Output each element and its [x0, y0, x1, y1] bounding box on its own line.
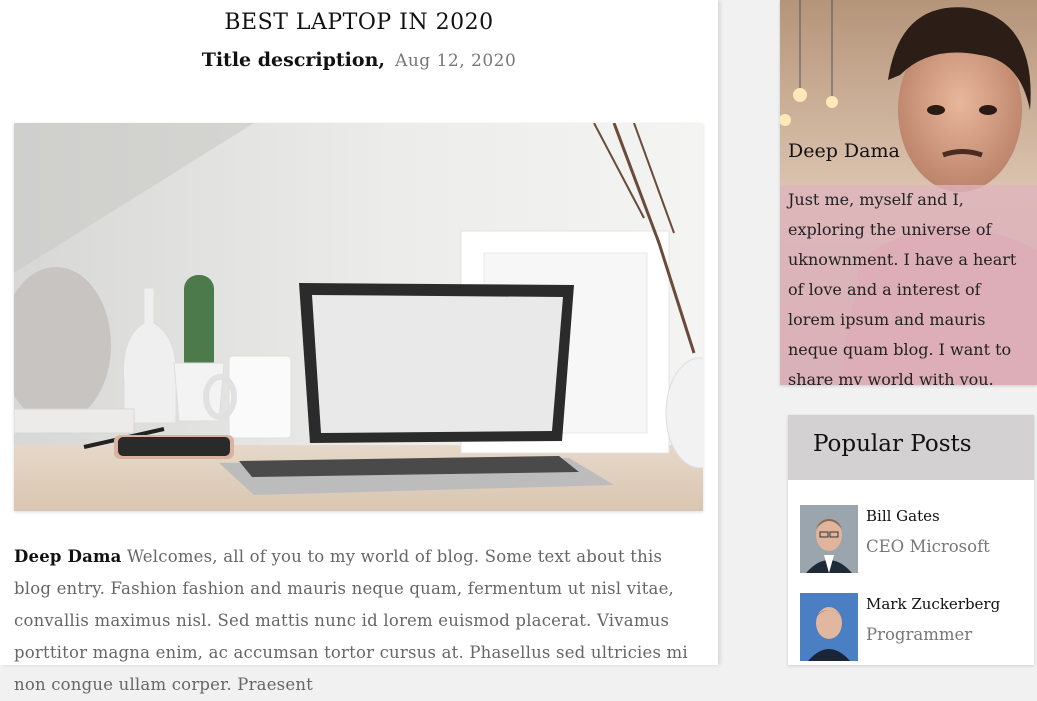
popular-post-role: Programmer: [866, 625, 973, 644]
bill-gates-avatar[interactable]: [800, 505, 858, 573]
popular-post-role: CEO Microsoft: [866, 537, 990, 556]
profile-bio-panel: Just me, myself and I, exploring the uni…: [780, 185, 1037, 385]
popular-post-item[interactable]: Bill Gates CEO Microsoft: [800, 505, 1030, 575]
profile-name: Deep Dama: [788, 140, 900, 162]
post-title: BEST LAPTOP IN 2020: [224, 10, 494, 35]
blog-post-card: BEST LAPTOP IN 2020 Title description, A…: [0, 0, 718, 694]
profile-bio: Just me, myself and I, exploring the uni…: [788, 190, 1017, 385]
post-hero-image: [14, 123, 703, 511]
post-body: Deep Dama Welcomes, all of you to my wor…: [14, 541, 704, 701]
post-body-text: Welcomes, all of you to my world of blog…: [14, 547, 688, 694]
popular-post-item[interactable]: Mark Zuckerberg Programmer: [800, 593, 1030, 663]
mark-zuckerberg-avatar[interactable]: [800, 593, 858, 661]
popular-posts-heading: Popular Posts: [788, 415, 1034, 480]
post-description: Title description,: [201, 49, 386, 71]
popular-post-name[interactable]: Mark Zuckerberg: [866, 595, 1000, 613]
post-date: Aug 12, 2020: [395, 51, 517, 71]
popular-post-name[interactable]: Bill Gates: [866, 507, 940, 525]
post-author: Deep Dama: [14, 547, 122, 566]
post-subtitle: Title description, Aug 12, 2020: [0, 49, 718, 71]
popular-posts-widget: Popular Posts Bill Gates CEO Microsoft M…: [788, 415, 1034, 665]
profile-card: Deep Dama Just me, myself and I, explori…: [780, 0, 1037, 385]
